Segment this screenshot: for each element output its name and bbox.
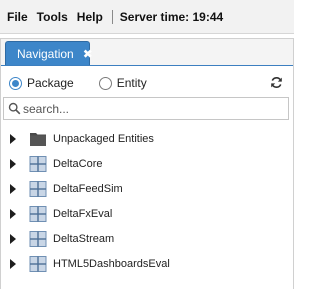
tree-item-label: Unpackaged Entities xyxy=(53,132,154,145)
tree-item-unpackaged-entities[interactable]: Unpackaged Entities xyxy=(1,126,293,151)
entity-radio[interactable] xyxy=(98,76,112,90)
package-icon xyxy=(29,255,47,272)
refresh-icon[interactable] xyxy=(270,76,283,89)
expand-arrow-icon[interactable] xyxy=(10,133,16,144)
package-radio[interactable] xyxy=(9,76,22,90)
tab-navigation[interactable]: Navigation ✖ xyxy=(5,41,93,65)
server-time: Server time: 19:44 xyxy=(119,9,224,24)
view-mode-options: Package Entity xyxy=(9,74,147,92)
tree-item-label: DeltaFxEval xyxy=(53,207,113,220)
menu-file[interactable]: File xyxy=(5,10,30,24)
search-icon xyxy=(8,102,21,115)
package-icon xyxy=(29,180,47,197)
menu-separator xyxy=(111,9,113,24)
package-icon xyxy=(29,230,47,247)
menu-tools[interactable]: Tools xyxy=(35,10,70,24)
folder-icon xyxy=(30,132,46,146)
package-radio-label[interactable]: Package xyxy=(27,76,74,90)
tree-item-deltacore[interactable]: DeltaCore xyxy=(1,151,293,176)
expand-arrow-icon[interactable] xyxy=(10,158,16,169)
tab-label: Navigation xyxy=(17,46,74,61)
tree-item-deltafxeval[interactable]: DeltaFxEval xyxy=(1,201,293,226)
package-tree: Unpackaged Entities DeltaCore DeltaFeedS… xyxy=(1,126,293,276)
tree-item-label: HTML5DashboardsEval xyxy=(53,257,170,270)
search-input[interactable] xyxy=(23,98,283,119)
menu-bar: File Tools Help Server time: 19:44 xyxy=(0,0,294,34)
tree-item-deltastream[interactable]: DeltaStream xyxy=(1,226,293,251)
expand-arrow-icon[interactable] xyxy=(10,208,16,219)
navigation-panel: Navigation ✖ Package Entity Unpackaged xyxy=(0,38,294,289)
tree-item-deltafeedsim[interactable]: DeltaFeedSim xyxy=(1,176,293,201)
tab-bar: Navigation ✖ xyxy=(1,38,293,66)
expand-arrow-icon[interactable] xyxy=(10,258,16,269)
search-box xyxy=(3,97,289,120)
menu-help[interactable]: Help xyxy=(75,10,105,24)
close-icon[interactable]: ✖ xyxy=(83,48,93,60)
expand-arrow-icon[interactable] xyxy=(10,233,16,244)
package-icon xyxy=(29,155,47,172)
package-icon xyxy=(29,205,47,222)
entity-radio-label[interactable]: Entity xyxy=(117,76,147,90)
tree-item-label: DeltaStream xyxy=(53,232,115,245)
tree-item-label: DeltaFeedSim xyxy=(53,182,123,195)
tree-item-html5dashboardseval[interactable]: HTML5DashboardsEval xyxy=(1,251,293,276)
expand-arrow-icon[interactable] xyxy=(10,183,16,194)
tree-item-label: DeltaCore xyxy=(53,157,103,170)
